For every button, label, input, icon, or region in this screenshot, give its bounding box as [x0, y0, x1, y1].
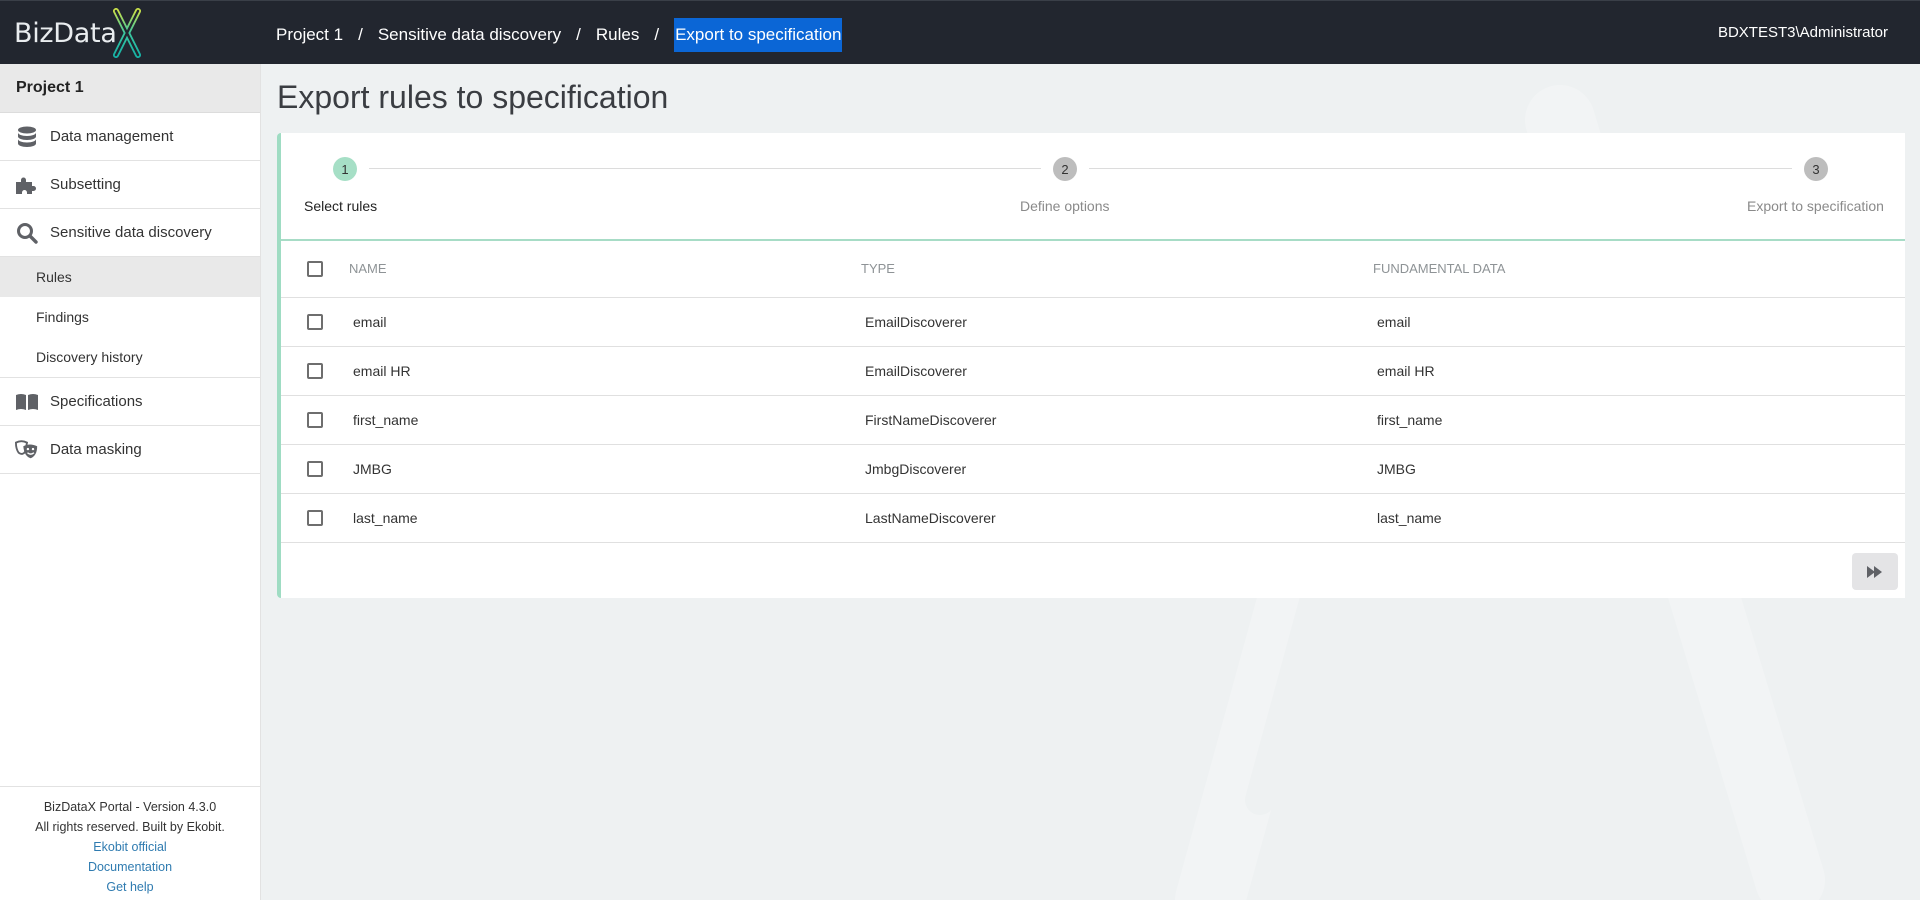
rule-type: EmailDiscoverer [861, 297, 1373, 347]
sidebar-item-data-masking[interactable]: Data masking [0, 426, 260, 474]
sidebar-item-label: Specifications [50, 393, 143, 410]
table-row[interactable]: JMBG JmbgDiscoverer JMBG [281, 444, 1905, 494]
logo-x-icon [112, 8, 141, 58]
page-title: Export rules to specification [277, 79, 669, 115]
theater-masks-icon [15, 439, 39, 461]
rule-type: EmailDiscoverer [861, 346, 1373, 396]
rule-fundamental-data: email HR [1373, 346, 1905, 396]
breadcrumb-sensitive-data-discovery[interactable]: Sensitive data discovery [378, 25, 561, 45]
breadcrumb: Project 1 / Sensitive data discovery / R… [276, 17, 843, 52]
table-row[interactable]: email HR EmailDiscoverer email HR [281, 346, 1905, 396]
stepper-connector [369, 168, 1041, 169]
rule-type: JmbgDiscoverer [861, 444, 1373, 494]
step-1-indicator: 1 [333, 157, 357, 181]
step-1-label: Select rules [304, 198, 378, 214]
sidebar-item-data-management[interactable]: Data management [0, 113, 260, 161]
rule-fundamental-data: JMBG [1373, 444, 1905, 494]
version-text: BizDataX Portal - Version 4.3.0 [43, 800, 217, 814]
row-select-cell [281, 493, 349, 543]
export-wizard-card: 1 Select rules 2 Define options 3 Export… [277, 133, 1905, 598]
breadcrumb-project[interactable]: Project 1 [276, 25, 343, 45]
logo-text: BizData [14, 17, 117, 49]
rule-name: email HR [349, 346, 861, 396]
row-select-cell [281, 346, 349, 396]
rule-name: first_name [349, 395, 861, 445]
row-checkbox[interactable] [307, 314, 323, 331]
step-2-label: Define options [1020, 198, 1110, 214]
database-icon [15, 126, 39, 148]
wizard-stepper: 1 Select rules 2 Define options 3 Export… [281, 133, 1905, 241]
breadcrumb-export-to-specification: Export to specification [674, 17, 843, 52]
book-icon [15, 391, 39, 413]
rule-name: email [349, 297, 861, 347]
next-step-button[interactable] [1852, 553, 1898, 590]
stepper-connector [1089, 168, 1792, 169]
rule-fundamental-data: first_name [1373, 395, 1905, 445]
sidebar-subitem-rules[interactable]: Rules [0, 257, 260, 297]
row-checkbox[interactable] [307, 363, 323, 380]
row-select-cell [281, 444, 349, 494]
rules-table: NAME TYPE FUNDAMENTAL DATA email EmailDi… [281, 241, 1905, 543]
table-row[interactable]: email EmailDiscoverer email [281, 297, 1905, 347]
column-header-name[interactable]: NAME [349, 241, 861, 298]
top-bar: BizData Project 1 / Sensitive data disco… [0, 0, 1920, 64]
row-checkbox[interactable] [307, 510, 323, 527]
rule-type: LastNameDiscoverer [861, 493, 1373, 543]
ekobit-official-link[interactable]: Ekobit official [0, 837, 260, 857]
step-2-indicator: 2 [1053, 157, 1077, 181]
select-all-checkbox[interactable] [307, 261, 323, 278]
column-header-fundamental-data[interactable]: FUNDAMENTAL DATA [1373, 241, 1905, 298]
rule-fundamental-data: last_name [1373, 493, 1905, 543]
row-checkbox[interactable] [307, 461, 323, 478]
sidebar-footer: BizDataX Portal - Version 4.3.0 All righ… [0, 786, 260, 900]
bizdatax-logo[interactable]: BizData [14, 7, 143, 59]
sidebar-item-label: Data masking [50, 441, 142, 458]
breadcrumb-separator: / [358, 24, 363, 44]
sidebar-item-subsetting[interactable]: Subsetting [0, 161, 260, 209]
breadcrumb-rules[interactable]: Rules [596, 25, 639, 45]
rule-name: last_name [349, 493, 861, 543]
row-select-cell [281, 395, 349, 445]
sidebar: Project 1 Data management Subsetting Sen… [0, 64, 261, 900]
row-select-cell [281, 297, 349, 347]
breadcrumb-separator: / [654, 24, 660, 44]
rule-name: JMBG [349, 444, 861, 494]
sidebar-item-label: Data management [50, 128, 174, 145]
sidebar-item-label: Subsetting [50, 176, 121, 193]
sidebar-subitem-discovery-history[interactable]: Discovery history [0, 337, 260, 377]
get-help-link[interactable]: Get help [0, 877, 260, 897]
select-all-cell [281, 241, 349, 298]
sidebar-item-specifications[interactable]: Specifications [0, 378, 260, 426]
documentation-link[interactable]: Documentation [0, 857, 260, 877]
column-header-type[interactable]: TYPE [861, 241, 1373, 298]
rights-text: All rights reserved. Built by Ekobit. [35, 820, 225, 834]
user-account[interactable]: BDXTEST3\Administrator [1718, 24, 1888, 41]
sidebar-subitems-sensitive-data-discovery: Rules Findings Discovery history [0, 257, 260, 378]
rule-type: FirstNameDiscoverer [861, 395, 1373, 445]
breadcrumb-separator: / [576, 24, 581, 44]
sidebar-project-title[interactable]: Project 1 [0, 64, 260, 113]
sidebar-item-label: Sensitive data discovery [50, 224, 212, 241]
sidebar-subitem-findings[interactable]: Findings [0, 297, 260, 337]
sidebar-item-sensitive-data-discovery[interactable]: Sensitive data discovery [0, 209, 260, 257]
rule-fundamental-data: email [1373, 297, 1905, 347]
table-row[interactable]: last_name LastNameDiscoverer last_name [281, 493, 1905, 543]
fast-forward-icon [1867, 565, 1882, 578]
table-header-row: NAME TYPE FUNDAMENTAL DATA [281, 241, 1905, 298]
puzzle-icon [15, 174, 39, 196]
table-row[interactable]: first_name FirstNameDiscoverer first_nam… [281, 395, 1905, 445]
step-3-label: Export to specification [1747, 198, 1884, 214]
row-checkbox[interactable] [307, 412, 323, 429]
step-3-indicator: 3 [1804, 157, 1828, 181]
search-icon [15, 222, 39, 244]
